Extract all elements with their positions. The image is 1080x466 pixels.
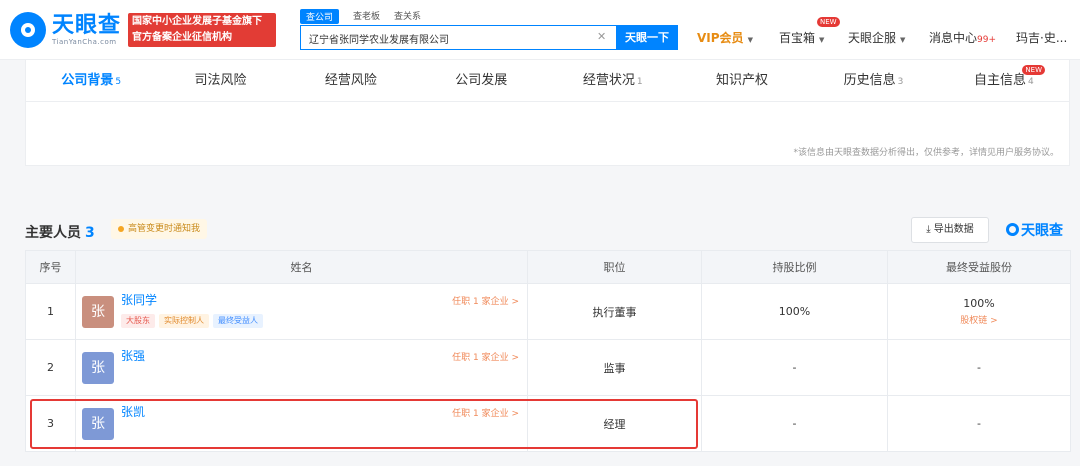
share-cell: 100% [701,283,888,340]
tag-actual-controller: 实际控制人 [159,314,209,328]
tab-company-background[interactable]: 公司背景 5 [26,60,156,101]
brand-watermark: 天眼查 [1006,220,1063,240]
table-row: 1 张 张同学 任职 1 家企业 > 大股东 实际控制人 最终受益人 执行董事 … [25,283,1071,340]
beneficial-cell: - [887,339,1071,396]
chevron-down-icon: ▼ [747,36,753,44]
company-tab-strip: 公司背景 5 司法风险 经营风险 公司发展 经营状况 1 知识产权 历史信息 3 自主… [25,60,1070,102]
search-input[interactable]: 辽宁省张同学农业发展有限公司 [300,25,616,50]
beneficial-cell: - [887,395,1071,452]
logo[interactable]: 天眼查 TianYanCha.com [10,12,121,48]
avatar[interactable]: 张 [82,296,114,328]
search-tab-relation[interactable]: 查关系 [394,9,421,24]
people-count: 3 [85,225,95,241]
position-cell: 执行董事 [527,283,702,340]
nav-user[interactable]: 玛吉·史... [1016,29,1067,46]
tenure-link[interactable]: 任职 1 家企业 > [452,350,519,363]
chevron-down-icon: ▼ [900,36,906,44]
col-index: 序号 [25,250,76,284]
row-index: 3 [25,395,76,452]
tab-self-info[interactable]: 自主信息 4 NEW [939,60,1069,101]
follow-changes-button[interactable]: 高管变更时通知我 [111,219,208,239]
info-panel: *该信息由天眼查数据分析得出，仅供参考，详情见用户服务协议。 [25,102,1070,166]
equity-chain-link[interactable]: 股权链 > [888,313,1070,326]
person-name-link[interactable]: 张强 [121,347,145,364]
tab-operational-risk[interactable]: 经营风险 [287,60,417,101]
people-table: 序号 姓名 职位 持股比例 最终受益股份 1 张 张同学 任职 1 家企业 > … [25,250,1071,452]
logo-name: 天眼查 [52,13,122,38]
col-position: 职位 [527,250,702,284]
table-row: 2 张 张强 任职 1 家企业 > 监事 - - [25,339,1071,396]
promo-line-2: 官方备案企业征信机构 [132,32,232,43]
nav-vip[interactable]: VIP会员 ▼ [697,29,753,46]
search-tab-boss[interactable]: 查老板 [353,9,380,24]
promo-banner[interactable]: 国家中小企业发展子基金旗下 官方备案企业征信机构 [128,13,276,47]
table-header-row: 序号 姓名 职位 持股比例 最终受益股份 [25,250,1071,284]
top-header: 天眼查 TianYanCha.com 国家中小企业发展子基金旗下 官方备案企业征… [0,0,1080,60]
search-mode-tabs: 查公司 查老板 查关系 [300,9,421,24]
position-cell: 经理 [527,395,702,452]
beneficial-cell: 100% 股权链 > [887,283,1071,340]
tenure-link[interactable]: 任职 1 家企业 > [452,406,519,419]
bell-icon [118,225,124,232]
promo-line-1: 国家中小企业发展子基金旗下 [132,16,262,27]
tab-company-development[interactable]: 公司发展 [417,60,547,101]
position-cell: 监事 [527,339,702,396]
table-row: 3 张 张凯 任职 1 家企业 > 经理 - - [25,395,1071,452]
search-tab-company[interactable]: 查公司 [300,9,340,24]
messages-label: 消息中心 [929,31,978,45]
tag-major-shareholder: 大股东 [121,314,155,328]
download-icon: ⤓ [926,224,934,235]
col-beneficial: 最终受益股份 [887,250,1071,284]
tab-judicial-risk[interactable]: 司法风险 [156,60,286,101]
col-name: 姓名 [75,250,528,284]
logo-icon [1006,223,1019,236]
tab-operating-status[interactable]: 经营状况 1 [548,60,678,101]
treasure-label: 百宝箱 [779,31,816,45]
nav-enterprise[interactable]: 天眼企服 ▼ [848,29,905,46]
tab-history[interactable]: 历史信息 3 [808,60,938,101]
nav-treasure[interactable]: 百宝箱 ▼ NEW [779,17,840,46]
user-name: 玛吉·史... [1016,31,1068,45]
chevron-down-icon: ▼ [819,36,825,44]
new-badge: NEW [817,17,840,27]
avatar[interactable]: 张 [82,408,114,440]
key-people-section: 主要人员 3 高管变更时通知我 ⤓ 导出数据 天眼查 序号 姓名 职位 持股比例 … [25,205,1071,466]
person-name-link[interactable]: 张凯 [121,403,145,420]
tenure-link[interactable]: 任职 1 家企业 > [452,294,519,307]
col-share: 持股比例 [701,250,888,284]
disclaimer-text: *该信息由天眼查数据分析得出，仅供参考，详情见用户服务协议。 [793,148,1059,158]
section-title: 主要人员 3 [25,225,95,241]
new-badge: NEW [1022,65,1045,75]
logo-icon [10,12,46,48]
export-data-button[interactable]: ⤓ 导出数据 [911,217,989,243]
search-button[interactable]: 天眼一下 [616,25,678,50]
tab-intellectual-property[interactable]: 知识产权 [678,60,808,101]
avatar[interactable]: 张 [82,352,114,384]
messages-count: 99+ [977,35,997,45]
nav-messages[interactable]: 消息中心99+ [929,29,996,46]
share-cell: - [701,339,888,396]
vip-label: VIP会员 [697,31,744,45]
enterprise-label: 天眼企服 [848,31,897,45]
beneficial-value: 100% [963,297,995,310]
tag-ultimate-beneficiary: 最终受益人 [213,314,263,328]
row-index: 1 [25,283,76,340]
person-name-link[interactable]: 张同学 [121,291,157,308]
person-tags: 大股东 实际控制人 最终受益人 [121,314,263,328]
row-index: 2 [25,339,76,396]
logo-subtitle: TianYanCha.com [52,38,117,46]
clear-icon[interactable]: ✕ [597,30,606,43]
share-cell: - [701,395,888,452]
